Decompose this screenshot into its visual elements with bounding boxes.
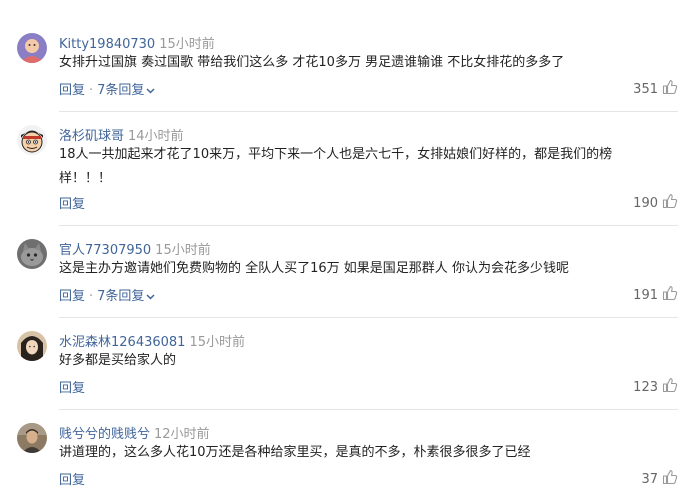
like-count: 190 [633, 196, 658, 211]
comment-meta: 水泥森林126436081 15小时前 [59, 331, 245, 350]
comment-meta: 贱兮兮的贱贱兮 12小时前 [59, 423, 210, 442]
divider [59, 111, 678, 112]
like-button[interactable]: 191 [633, 285, 678, 303]
like-count: 37 [641, 472, 658, 487]
chevron-down-icon [146, 87, 155, 94]
comment-text: 这是主办方邀请她们免费购物的 全队人买了16万 如果是国足那群人 你认为会花多少… [59, 261, 569, 276]
thumbs-up-icon [662, 469, 678, 485]
comment-meta: Kitty19840730 15小时前 [59, 33, 215, 52]
comment-actions: 回复 [59, 377, 85, 396]
replies-count: 7条回复 [97, 289, 145, 304]
like-button[interactable]: 351 [633, 79, 678, 97]
comment-text: 讲道理的，这么多人花10万还是各种给家里买，是真的不多，朴素很多很多了已经 [59, 445, 531, 460]
divider [59, 409, 678, 410]
view-replies-button[interactable]: 7条回复 [97, 83, 155, 98]
avatar[interactable] [17, 423, 47, 453]
comment-list: Kitty19840730 15小时前 女排升过国旗 奏过国歌 带给我们这么多 才… [0, 0, 688, 501]
comment-meta: 官人77307950 15小时前 [59, 239, 211, 258]
username[interactable]: 官人77307950 [59, 243, 151, 258]
divider [59, 317, 678, 318]
timestamp: 15小时前 [189, 335, 245, 350]
chevron-down-icon [146, 293, 155, 300]
timestamp: 12小时前 [154, 427, 210, 442]
timestamp: 15小时前 [155, 243, 211, 258]
comment-actions: 回复 · 7条回复 [59, 79, 155, 98]
like-button[interactable]: 123 [633, 377, 678, 395]
like-count: 123 [633, 380, 658, 395]
comment-text: 好多都是买给家人的 [59, 353, 177, 368]
thumbs-up-icon [662, 193, 678, 209]
thumbs-up-icon [662, 377, 678, 393]
reply-button[interactable]: 回复 [59, 381, 85, 396]
like-count: 351 [633, 82, 658, 97]
like-count: 191 [633, 288, 658, 303]
view-replies-button[interactable]: 7条回复 [97, 289, 155, 304]
like-button[interactable]: 37 [641, 469, 678, 487]
comment-actions: 回复 · 7条回复 [59, 285, 155, 304]
separator: · [89, 83, 94, 98]
comment-text: 18人一共加起来才花了10来万，平均下来一个人也是六七千，女排姑娘们好样的，都是… [59, 147, 613, 186]
comment-actions: 回复 [59, 193, 85, 212]
reply-button[interactable]: 回复 [59, 197, 85, 212]
username[interactable]: 贱兮兮的贱贱兮 [59, 427, 150, 442]
comment-actions: 回复 [59, 469, 85, 488]
like-button[interactable]: 190 [633, 193, 678, 211]
divider [59, 225, 678, 226]
comment-meta: 洛杉矶球哥 14小时前 [59, 125, 184, 144]
avatar[interactable] [17, 125, 47, 155]
reply-button[interactable]: 回复 [59, 83, 85, 98]
avatar[interactable] [17, 331, 47, 361]
username[interactable]: 洛杉矶球哥 [59, 129, 124, 144]
timestamp: 14小时前 [128, 129, 184, 144]
separator: · [89, 289, 94, 304]
replies-count: 7条回复 [97, 83, 145, 98]
timestamp: 15小时前 [159, 37, 215, 52]
thumbs-up-icon [662, 79, 678, 95]
username[interactable]: 水泥森林126436081 [59, 335, 185, 350]
username[interactable]: Kitty19840730 [59, 37, 155, 52]
thumbs-up-icon [662, 285, 678, 301]
reply-button[interactable]: 回复 [59, 473, 85, 488]
avatar[interactable] [17, 33, 47, 63]
reply-button[interactable]: 回复 [59, 289, 85, 304]
avatar[interactable] [17, 239, 47, 269]
comment-text: 女排升过国旗 奏过国歌 带给我们这么多 才花10多万 男足遗谁输谁 不比女排花的… [59, 55, 565, 70]
